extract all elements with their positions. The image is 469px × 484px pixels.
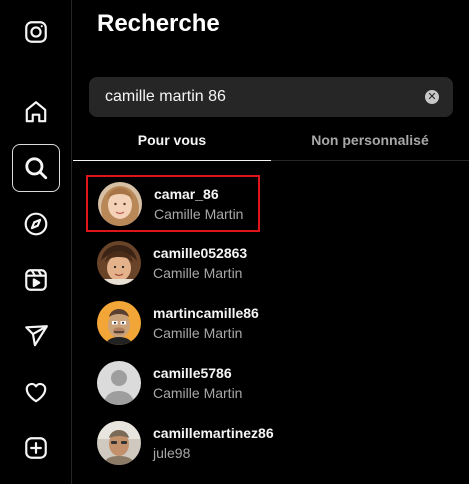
fullname: Camille Martin — [153, 385, 243, 401]
username: camille052863 — [153, 245, 248, 261]
tab-non-personnalise[interactable]: Non personnalisé — [271, 120, 469, 160]
result-item-camar-86[interactable]: camar_86 Camille Martin — [86, 175, 260, 232]
result-item-camille5786[interactable]: camille5786 Camille Martin — [85, 353, 260, 413]
username: camille5786 — [153, 365, 232, 381]
avatar — [98, 181, 142, 226]
fullname: Camille Martin — [153, 265, 243, 281]
home-icon[interactable] — [12, 88, 60, 136]
username: martincamille86 — [153, 305, 259, 321]
default-avatar-icon — [97, 361, 141, 405]
explore-icon[interactable] — [12, 200, 60, 248]
avatar — [97, 241, 141, 285]
fullname: Camille Martin — [154, 205, 244, 222]
reels-icon[interactable] — [12, 256, 60, 304]
tabs: Pour vous Non personnalisé — [73, 120, 469, 161]
avatar — [97, 301, 141, 345]
username: camar_86 — [154, 185, 219, 202]
instagram-logo-icon[interactable] — [12, 8, 60, 56]
result-item-martincamille86[interactable]: martincamille86 Camille Martin — [85, 293, 260, 353]
sidebar — [0, 0, 72, 484]
panel-title: Recherche — [97, 10, 220, 37]
search-icon[interactable] — [12, 144, 60, 192]
result-item-camillemartinez86[interactable]: camillemartinez86 jule98 — [85, 413, 274, 473]
clear-search-icon[interactable]: ✕ — [425, 90, 439, 104]
messages-icon[interactable] — [12, 312, 60, 360]
avatar — [97, 421, 141, 465]
fullname: jule98 — [153, 445, 191, 461]
search-box[interactable]: ✕ — [89, 77, 453, 117]
result-item-camille052863[interactable]: camille052863 Camille Martin — [85, 233, 260, 293]
search-panel: Recherche ✕ Pour vous Non personnalisé — [73, 0, 469, 484]
tab-pour-vous[interactable]: Pour vous — [73, 120, 271, 161]
username: camillemartinez86 — [153, 425, 274, 441]
search-input[interactable] — [105, 88, 425, 106]
create-icon[interactable] — [12, 424, 60, 472]
fullname: Camille Martin — [153, 325, 243, 341]
notifications-icon[interactable] — [12, 368, 60, 416]
